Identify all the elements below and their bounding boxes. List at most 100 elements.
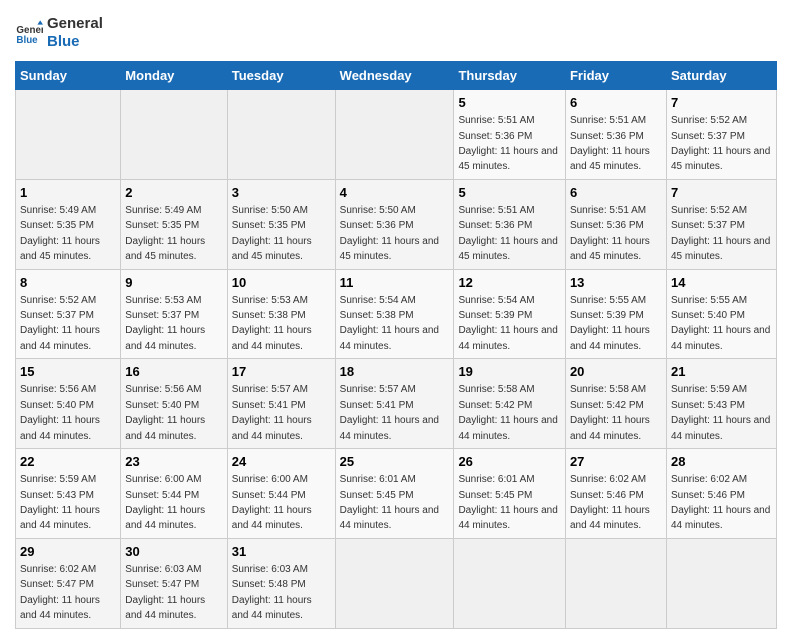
sunrise-text: Sunrise: 5:52 AM bbox=[671, 115, 747, 126]
sunrise-text: Sunrise: 6:02 AM bbox=[20, 564, 96, 575]
day-number: 17 bbox=[232, 363, 331, 381]
sunset-text: Sunset: 5:44 PM bbox=[125, 490, 199, 501]
daylight-text: Daylight: 11 hours and 44 minutes. bbox=[20, 415, 100, 441]
calendar-cell bbox=[227, 90, 335, 180]
calendar-cell bbox=[666, 538, 776, 628]
sunrise-text: Sunrise: 6:03 AM bbox=[125, 564, 201, 575]
daylight-text: Daylight: 11 hours and 44 minutes. bbox=[340, 415, 439, 441]
calendar-cell: 7 Sunrise: 5:52 AM Sunset: 5:37 PM Dayli… bbox=[666, 90, 776, 180]
sunset-text: Sunset: 5:41 PM bbox=[340, 400, 414, 411]
daylight-text: Daylight: 11 hours and 44 minutes. bbox=[458, 505, 557, 531]
daylight-text: Daylight: 11 hours and 45 minutes. bbox=[458, 236, 557, 262]
day-number: 9 bbox=[125, 274, 222, 292]
sunrise-text: Sunrise: 5:59 AM bbox=[671, 384, 747, 395]
sunrise-text: Sunrise: 5:50 AM bbox=[340, 205, 416, 216]
calendar-cell: 7 Sunrise: 5:52 AM Sunset: 5:37 PM Dayli… bbox=[666, 179, 776, 269]
sunrise-text: Sunrise: 5:56 AM bbox=[125, 384, 201, 395]
daylight-text: Daylight: 11 hours and 45 minutes. bbox=[458, 146, 557, 172]
sunrise-text: Sunrise: 5:49 AM bbox=[125, 205, 201, 216]
calendar-cell: 10 Sunrise: 5:53 AM Sunset: 5:38 PM Dayl… bbox=[227, 269, 335, 359]
day-number: 27 bbox=[570, 453, 662, 471]
day-number: 21 bbox=[671, 363, 772, 381]
calendar-cell: 12 Sunrise: 5:54 AM Sunset: 5:39 PM Dayl… bbox=[454, 269, 566, 359]
calendar-cell: 28 Sunrise: 6:02 AM Sunset: 5:46 PM Dayl… bbox=[666, 449, 776, 539]
day-number: 25 bbox=[340, 453, 450, 471]
calendar-cell: 6 Sunrise: 5:51 AM Sunset: 5:36 PM Dayli… bbox=[565, 179, 666, 269]
week-row: 8 Sunrise: 5:52 AM Sunset: 5:37 PM Dayli… bbox=[16, 269, 777, 359]
sunset-text: Sunset: 5:38 PM bbox=[232, 310, 306, 321]
daylight-text: Daylight: 11 hours and 44 minutes. bbox=[458, 325, 557, 351]
day-number: 6 bbox=[570, 184, 662, 202]
sunset-text: Sunset: 5:47 PM bbox=[125, 579, 199, 590]
sunset-text: Sunset: 5:35 PM bbox=[125, 220, 199, 231]
calendar-cell: 16 Sunrise: 5:56 AM Sunset: 5:40 PM Dayl… bbox=[121, 359, 227, 449]
calendar-cell: 21 Sunrise: 5:59 AM Sunset: 5:43 PM Dayl… bbox=[666, 359, 776, 449]
sunset-text: Sunset: 5:35 PM bbox=[20, 220, 94, 231]
daylight-text: Daylight: 11 hours and 45 minutes. bbox=[671, 236, 770, 262]
sunrise-text: Sunrise: 5:55 AM bbox=[671, 295, 747, 306]
days-header-row: SundayMondayTuesdayWednesdayThursdayFrid… bbox=[16, 62, 777, 90]
daylight-text: Daylight: 11 hours and 44 minutes. bbox=[671, 505, 770, 531]
day-number: 6 bbox=[570, 94, 662, 112]
calendar-cell: 9 Sunrise: 5:53 AM Sunset: 5:37 PM Dayli… bbox=[121, 269, 227, 359]
daylight-text: Daylight: 11 hours and 44 minutes. bbox=[20, 505, 100, 531]
sunset-text: Sunset: 5:47 PM bbox=[20, 579, 94, 590]
sunrise-text: Sunrise: 5:54 AM bbox=[340, 295, 416, 306]
day-number: 22 bbox=[20, 453, 116, 471]
calendar-cell bbox=[16, 90, 121, 180]
daylight-text: Daylight: 11 hours and 45 minutes. bbox=[671, 146, 770, 172]
day-number: 29 bbox=[20, 543, 116, 561]
calendar-cell: 20 Sunrise: 5:58 AM Sunset: 5:42 PM Dayl… bbox=[565, 359, 666, 449]
daylight-text: Daylight: 11 hours and 44 minutes. bbox=[232, 325, 312, 351]
daylight-text: Daylight: 11 hours and 44 minutes. bbox=[671, 325, 770, 351]
day-number: 12 bbox=[458, 274, 561, 292]
sunset-text: Sunset: 5:43 PM bbox=[671, 400, 745, 411]
sunrise-text: Sunrise: 6:01 AM bbox=[340, 474, 416, 485]
sunset-text: Sunset: 5:36 PM bbox=[570, 131, 644, 142]
sunset-text: Sunset: 5:44 PM bbox=[232, 490, 306, 501]
sunset-text: Sunset: 5:40 PM bbox=[20, 400, 94, 411]
calendar-cell: 5 Sunrise: 5:51 AM Sunset: 5:36 PM Dayli… bbox=[454, 179, 566, 269]
daylight-text: Daylight: 11 hours and 44 minutes. bbox=[232, 595, 312, 621]
sunrise-text: Sunrise: 6:01 AM bbox=[458, 474, 534, 485]
sunrise-text: Sunrise: 5:56 AM bbox=[20, 384, 96, 395]
calendar-cell: 13 Sunrise: 5:55 AM Sunset: 5:39 PM Dayl… bbox=[565, 269, 666, 359]
calendar-cell bbox=[565, 538, 666, 628]
week-row: 22 Sunrise: 5:59 AM Sunset: 5:43 PM Dayl… bbox=[16, 449, 777, 539]
sunrise-text: Sunrise: 6:00 AM bbox=[232, 474, 308, 485]
calendar-cell: 26 Sunrise: 6:01 AM Sunset: 5:45 PM Dayl… bbox=[454, 449, 566, 539]
daylight-text: Daylight: 11 hours and 44 minutes. bbox=[671, 415, 770, 441]
week-row: 15 Sunrise: 5:56 AM Sunset: 5:40 PM Dayl… bbox=[16, 359, 777, 449]
day-number: 8 bbox=[20, 274, 116, 292]
calendar-cell: 1 Sunrise: 5:49 AM Sunset: 5:35 PM Dayli… bbox=[16, 179, 121, 269]
header-friday: Friday bbox=[565, 62, 666, 90]
sunset-text: Sunset: 5:35 PM bbox=[232, 220, 306, 231]
daylight-text: Daylight: 11 hours and 44 minutes. bbox=[20, 325, 100, 351]
daylight-text: Daylight: 11 hours and 44 minutes. bbox=[232, 415, 312, 441]
daylight-text: Daylight: 11 hours and 45 minutes. bbox=[340, 236, 439, 262]
sunset-text: Sunset: 5:36 PM bbox=[570, 220, 644, 231]
sunrise-text: Sunrise: 5:58 AM bbox=[458, 384, 534, 395]
day-number: 5 bbox=[458, 184, 561, 202]
sunrise-text: Sunrise: 6:02 AM bbox=[671, 474, 747, 485]
daylight-text: Daylight: 11 hours and 44 minutes. bbox=[340, 325, 439, 351]
calendar-cell: 31 Sunrise: 6:03 AM Sunset: 5:48 PM Dayl… bbox=[227, 538, 335, 628]
day-number: 1 bbox=[20, 184, 116, 202]
header-thursday: Thursday bbox=[454, 62, 566, 90]
week-row: 5 Sunrise: 5:51 AM Sunset: 5:36 PM Dayli… bbox=[16, 90, 777, 180]
day-number: 28 bbox=[671, 453, 772, 471]
sunset-text: Sunset: 5:43 PM bbox=[20, 490, 94, 501]
calendar-cell: 11 Sunrise: 5:54 AM Sunset: 5:38 PM Dayl… bbox=[335, 269, 454, 359]
sunrise-text: Sunrise: 5:57 AM bbox=[232, 384, 308, 395]
daylight-text: Daylight: 11 hours and 44 minutes. bbox=[125, 415, 205, 441]
sunset-text: Sunset: 5:45 PM bbox=[458, 490, 532, 501]
sunset-text: Sunset: 5:46 PM bbox=[570, 490, 644, 501]
calendar-cell: 15 Sunrise: 5:56 AM Sunset: 5:40 PM Dayl… bbox=[16, 359, 121, 449]
sunset-text: Sunset: 5:36 PM bbox=[458, 131, 532, 142]
day-number: 19 bbox=[458, 363, 561, 381]
sunrise-text: Sunrise: 5:49 AM bbox=[20, 205, 96, 216]
calendar-cell: 24 Sunrise: 6:00 AM Sunset: 5:44 PM Dayl… bbox=[227, 449, 335, 539]
sunrise-text: Sunrise: 6:03 AM bbox=[232, 564, 308, 575]
daylight-text: Daylight: 11 hours and 44 minutes. bbox=[125, 505, 205, 531]
sunset-text: Sunset: 5:37 PM bbox=[20, 310, 94, 321]
